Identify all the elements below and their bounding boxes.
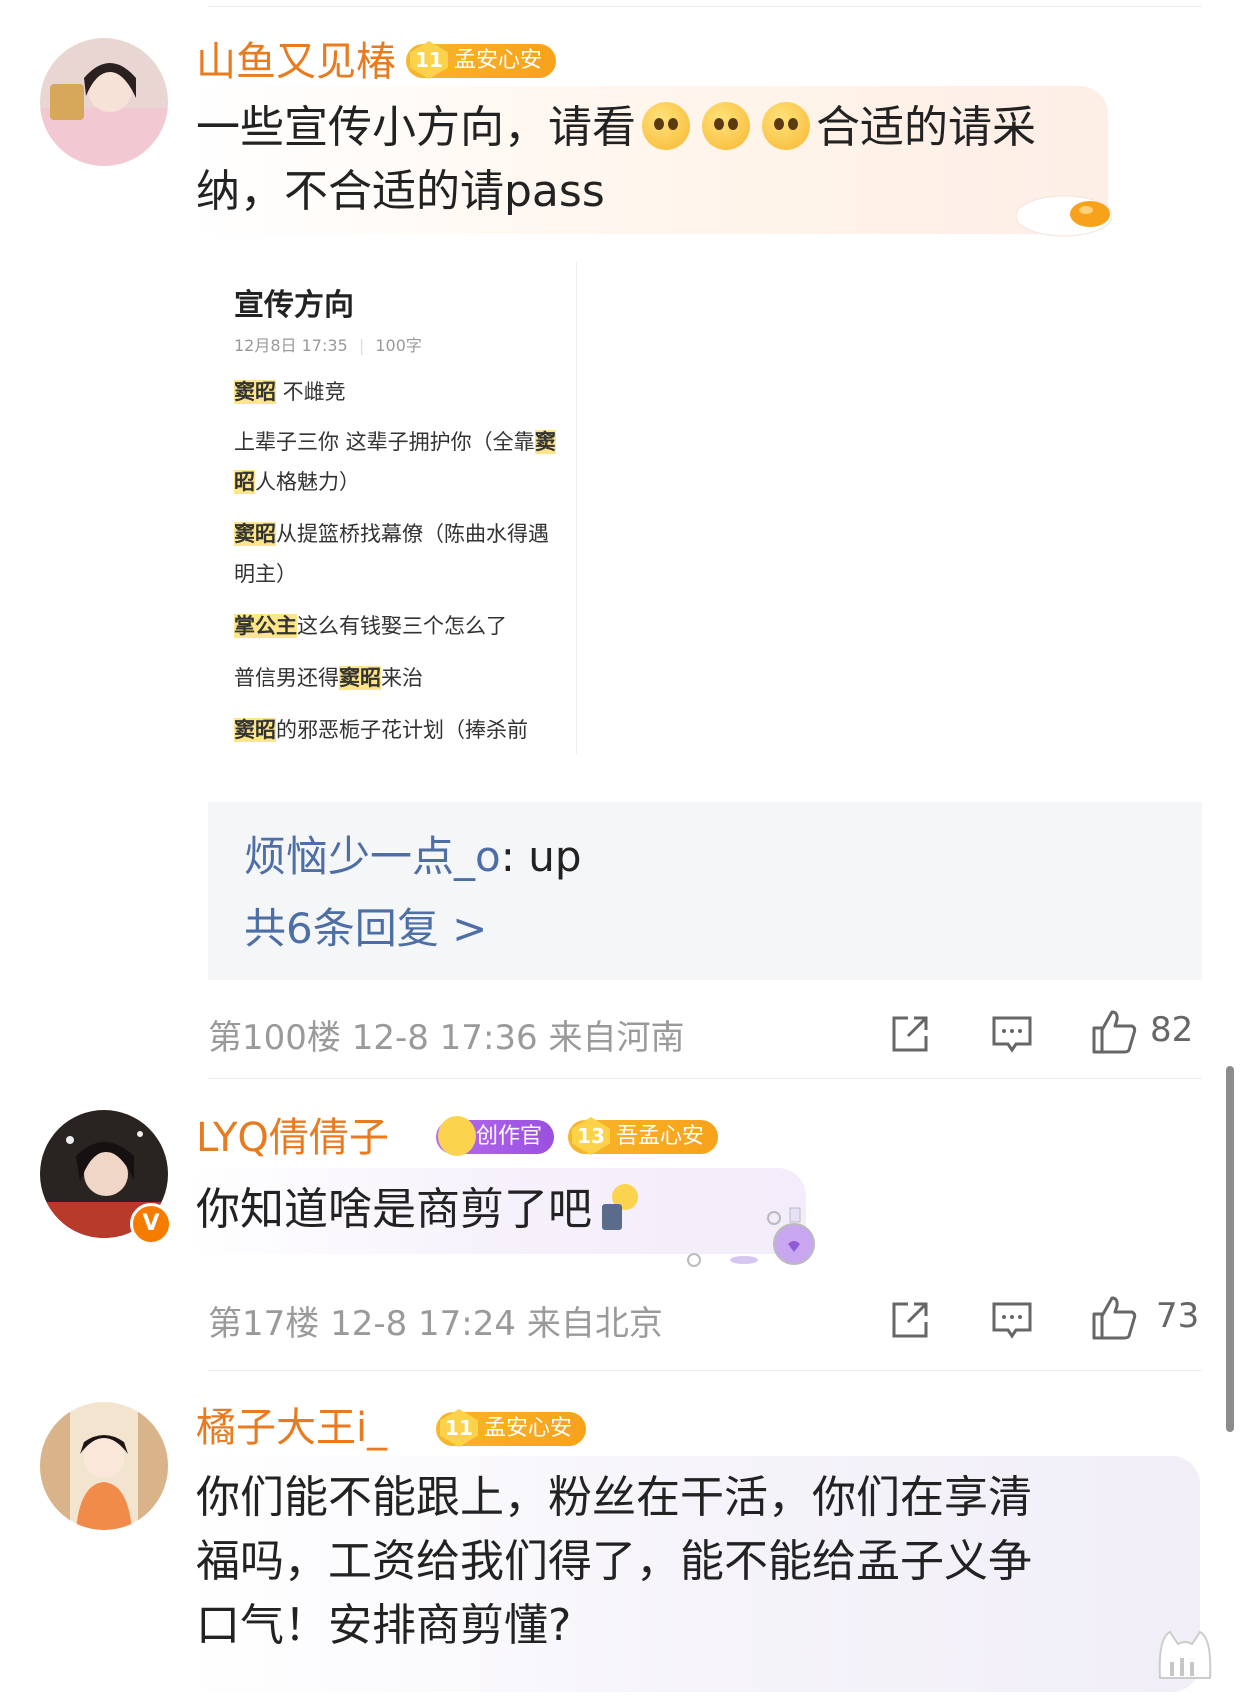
reply-button[interactable] — [990, 1012, 1034, 1056]
thumbs-up-icon — [1092, 1296, 1137, 1340]
pleading-face-icon — [702, 102, 750, 150]
reply-item[interactable]: 烦恼少一点_o: up — [244, 830, 581, 884]
comment-icon — [992, 1016, 1032, 1053]
potion-bottle-icon — [687, 1207, 815, 1267]
fan-badge[interactable]: 11 孟安心安 — [436, 1409, 587, 1447]
fried-egg-icon — [1015, 195, 1113, 237]
top-divider — [208, 6, 1202, 7]
share-icon — [892, 1016, 928, 1052]
note-text: 从提篮桥找幕僚（陈曲水得遇明主） — [234, 522, 549, 586]
reply-button[interactable] — [990, 1298, 1034, 1342]
note-meta: 12月8日 17:35 | 100字 — [234, 336, 422, 355]
forward-button[interactable] — [888, 1012, 932, 1056]
note-line: 窦昭从提篮桥找幕僚（陈曲水得遇明主） — [234, 514, 564, 594]
pleading-face-icon — [762, 102, 810, 150]
note-line: 上辈子三你 这辈子拥护你（全靠窦昭人格魅力） — [234, 422, 564, 502]
comment-text: 一些宣传小方向，请看 合适的请采纳，不合适的请pass — [196, 96, 1076, 224]
lightbulb-head-icon — [598, 1184, 638, 1234]
like-count: 73 — [1156, 1296, 1200, 1336]
creator-icon — [438, 1116, 476, 1156]
comment-text-part: 你知道啥是商剪了吧 — [196, 1184, 592, 1235]
like-button[interactable] — [1090, 1294, 1138, 1342]
note-text: 普信男还得 — [234, 666, 339, 690]
forward-button[interactable] — [888, 1298, 932, 1342]
note-date: 12月8日 17:35 — [234, 336, 348, 355]
comment-icon — [992, 1302, 1032, 1339]
avatar[interactable] — [40, 1402, 168, 1530]
fan-level-icon: 11 — [440, 1409, 478, 1447]
comment-text: 你们能不能跟上，粉丝在干活，你们在享清 福吗，工资给我们得了，能不能给孟子义争 … — [196, 1466, 1196, 1658]
note-highlight: 窦昭 — [234, 522, 276, 546]
note-text: 这么有钱娶三个怎么了 — [297, 614, 507, 638]
comment-meta: 第100楼 12-8 17:36 来自河南 — [208, 1018, 685, 1058]
note-card[interactable]: 宣传方向 12月8日 17:35 | 100字 窦昭 不雌竞 上辈子三你 这辈子… — [208, 262, 576, 754]
note-highlight: 窦昭 — [234, 718, 276, 742]
note-line: 普信男还得窦昭来治 — [234, 658, 564, 698]
note-wordcount: 100字 — [375, 336, 422, 355]
fan-badge-label: 吾孟心安 — [616, 1124, 705, 1149]
note-text: 上辈子三你 这辈子拥护你（全靠 — [234, 430, 535, 454]
note-text: 来治 — [381, 666, 423, 690]
fan-badge-label: 孟安心安 — [484, 1416, 573, 1441]
comment-text-line: 福吗，工资给我们得了，能不能给孟子义争 — [196, 1536, 1032, 1587]
username[interactable]: 山鱼又见椿 — [196, 38, 396, 86]
reply-username[interactable]: 烦恼少一点_o — [244, 832, 501, 881]
username[interactable]: LYQ倩倩子 — [196, 1114, 389, 1162]
note-line: 窦昭的邪恶栀子花计划（捧杀前 — [234, 710, 564, 750]
reply-preview[interactable]: 烦恼少一点_o: up 共6条回复 > — [208, 802, 1202, 980]
note-text: 人格魅力） — [255, 470, 360, 494]
note-line: 掌公主这么有钱娶三个怎么了 — [234, 606, 564, 646]
note-title: 宣传方向 — [234, 288, 354, 323]
view-all-replies-link[interactable]: 共6条回复 > — [244, 902, 487, 956]
comment-text: 你知道啥是商剪了吧 — [196, 1178, 638, 1242]
note-highlight: 掌公主 — [234, 614, 297, 638]
creator-badge[interactable]: 创作官 — [436, 1116, 555, 1156]
fan-badge-label: 孟安心安 — [454, 48, 543, 73]
comment-divider — [208, 1078, 1202, 1079]
thumbs-up-icon — [1092, 1010, 1137, 1054]
creator-badge-label: 创作官 — [476, 1124, 543, 1149]
verified-icon: V — [130, 1203, 172, 1245]
comment-text-line: 口气！安排商剪懂? — [196, 1600, 572, 1651]
like-count: 82 — [1150, 1010, 1194, 1050]
note-highlight: 窦昭 — [234, 380, 276, 404]
pleading-face-icon — [642, 102, 690, 150]
fan-level-icon: 11 — [410, 41, 448, 79]
comment-meta: 第17楼 12-8 17:24 来自北京 — [208, 1304, 663, 1344]
reply-text: : up — [500, 832, 582, 881]
share-icon — [892, 1302, 928, 1338]
cat-decoration-icon — [1158, 1630, 1212, 1679]
fan-badge[interactable]: 13 吾孟心安 — [568, 1117, 719, 1155]
comment-text-line: 你们能不能跟上，粉丝在干活，你们在享清 — [196, 1472, 1032, 1523]
comment-divider — [208, 1370, 1202, 1371]
note-text: 不雌竞 — [276, 380, 346, 404]
fan-level-icon: 13 — [572, 1117, 610, 1155]
scrollbar[interactable] — [1226, 1066, 1234, 1432]
comment-text-part: 一些宣传小方向，请看 — [196, 102, 636, 153]
fan-badge[interactable]: 11 孟安心安 — [406, 41, 557, 79]
username[interactable]: 橘子大王i_ — [196, 1404, 387, 1452]
avatar[interactable] — [40, 38, 168, 166]
note-line: 窦昭 不雌竞 — [234, 372, 564, 412]
note-text: 的邪恶栀子花计划（捧杀前 — [276, 718, 528, 742]
like-button[interactable] — [1090, 1008, 1138, 1056]
note-highlight: 窦昭 — [339, 666, 381, 690]
